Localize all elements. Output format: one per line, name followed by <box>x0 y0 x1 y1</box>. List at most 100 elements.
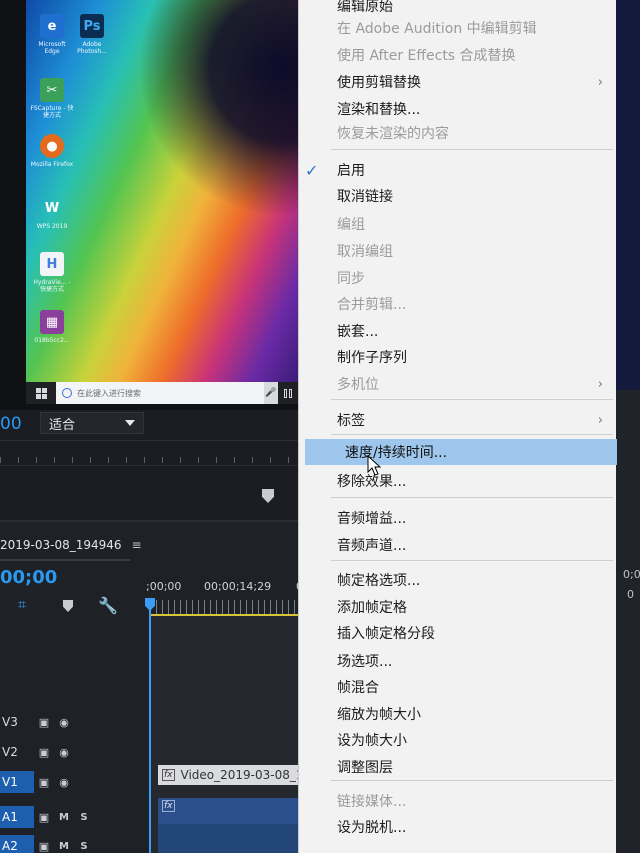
menu-separator <box>331 149 613 150</box>
sequence-tab[interactable]: 2019-03-08_194946 ≡ <box>0 538 142 552</box>
menu-item-frame-hold-options[interactable]: 帧定格选项... <box>299 567 617 593</box>
menu-item-synchronize[interactable]: 同步 <box>299 265 617 291</box>
solo-button[interactable]: S <box>74 812 94 823</box>
menu-item-remove-effects[interactable]: 移除效果... <box>299 468 617 494</box>
monitor-timecode: 00 <box>0 414 22 434</box>
menu-item-adjustment-layer[interactable]: 调整图层 <box>299 754 617 780</box>
fx-badge-icon: fx <box>162 800 175 812</box>
audio-clip[interactable]: fx <box>158 798 310 824</box>
submenu-arrow-icon: › <box>597 74 603 90</box>
audio-clip-waveform[interactable] <box>158 824 310 853</box>
menu-separator <box>331 399 613 400</box>
menu-item-link-media[interactable]: 链接媒体... <box>299 788 617 814</box>
hydravision-icon: H <box>40 252 64 276</box>
menu-item-ungroup[interactable]: 取消编组 <box>299 238 617 264</box>
timeline-ruler[interactable] <box>150 600 310 614</box>
timeline-timecode[interactable]: 00;00 <box>0 567 57 588</box>
video-clip-label: Video_2019-03-08_1 <box>180 768 304 782</box>
menu-item-audio-gain[interactable]: 音频增益... <box>299 505 617 531</box>
eye-icon[interactable]: ◉ <box>54 776 74 789</box>
menu-item-multi-camera[interactable]: 多机位 › <box>299 371 617 397</box>
menu-item-group[interactable]: 编组 <box>299 211 617 237</box>
sync-lock-icon[interactable]: ▣ <box>34 776 54 789</box>
fit-zoom-dropdown[interactable]: 适合 <box>40 412 144 434</box>
menu-item-unlink[interactable]: 取消链接 <box>299 183 617 209</box>
panel-menu-icon[interactable]: ≡ <box>132 538 142 552</box>
menu-item-replace-with-clip[interactable]: 使用剪辑替换 › <box>299 69 617 95</box>
menu-item-restore-unrendered[interactable]: 恢复未渲染的内容 <box>299 120 617 146</box>
desktop-icon-hydravision: H HydraVie... - 快捷方式 <box>30 252 74 293</box>
menu-item-add-frame-hold[interactable]: 添加帧定格 <box>299 594 617 620</box>
ruler-label-mid: 00;00;14;29 <box>204 580 272 593</box>
track-label[interactable]: V3 <box>0 711 34 733</box>
menu-item-edit-in-audition[interactable]: 在 Adobe Audition 中编辑剪辑 <box>299 15 617 41</box>
photoshop-icon: Ps <box>80 14 104 38</box>
sync-lock-icon[interactable]: ▣ <box>34 840 54 853</box>
menu-item-nest[interactable]: 嵌套... <box>299 318 617 344</box>
monitor-time-ruler[interactable] <box>0 440 300 466</box>
windows-taskbar: 在此键入进行搜索 🎤 <box>26 382 298 404</box>
microphone-icon: 🎤 <box>265 388 277 398</box>
menu-item-enable[interactable]: ✓ 启用 <box>299 157 617 183</box>
wps-icon: W <box>44 200 60 216</box>
archive-icon: ▦ <box>40 310 64 334</box>
menu-item-render-and-replace[interactable]: 渲染和替换... <box>299 96 617 122</box>
mute-button[interactable]: M <box>54 841 74 852</box>
track-label[interactable]: A2 <box>0 835 34 853</box>
windows-start-button <box>26 382 56 404</box>
right-panel-strip: 0;0 0 <box>615 0 640 853</box>
right-ruler-fragment: 0 <box>627 588 634 601</box>
task-view-icon <box>278 382 298 404</box>
menu-item-speed-duration[interactable]: 速度/持续时间... <box>305 439 617 465</box>
menu-item-set-to-frame-size[interactable]: 设为帧大小 <box>299 727 617 753</box>
mouse-cursor-icon <box>367 455 381 476</box>
sync-lock-icon[interactable]: ▣ <box>34 811 54 824</box>
submenu-arrow-icon: › <box>597 376 603 392</box>
menu-item-field-options[interactable]: 场选项... <box>299 648 617 674</box>
checkmark-icon: ✓ <box>305 160 319 180</box>
add-marker-icon[interactable] <box>262 489 274 503</box>
menu-separator <box>331 780 613 781</box>
track-label[interactable]: A1 <box>0 806 34 828</box>
track-header-v3: V3 ▣ ◉ <box>0 708 150 736</box>
ruler-label-start: ;00;00 <box>146 580 182 593</box>
menu-item-replace-after-effects[interactable]: 使用 After Effects 合成替换 <box>299 42 617 68</box>
track-label[interactable]: V1 <box>0 771 34 793</box>
menu-item-frame-blend[interactable]: 帧混合 <box>299 674 617 700</box>
menu-item-scale-to-frame-size[interactable]: 缩放为帧大小 <box>299 701 617 727</box>
right-timecode-fragment: 0;0 <box>623 568 640 581</box>
taskbar-search: 在此键入进行搜索 <box>56 382 264 404</box>
menu-item-make-offline[interactable]: 设为脱机... <box>299 814 617 840</box>
snap-icon[interactable]: ⌗ <box>18 597 26 613</box>
wrench-icon[interactable]: 🔧 <box>98 596 118 615</box>
desktop-icon-edge: e Microsoft Edge <box>30 14 74 55</box>
fscapture-icon: ✂ <box>40 78 64 102</box>
desktop-icon-photoshop: Ps Adobe Photosh... <box>70 14 114 55</box>
solo-button[interactable]: S <box>74 841 94 852</box>
sync-lock-icon[interactable]: ▣ <box>34 716 54 729</box>
sequence-tab-underline <box>0 559 130 561</box>
menu-separator <box>331 434 613 435</box>
menu-item-make-subsequence[interactable]: 制作子序列 <box>299 344 617 370</box>
sync-lock-icon[interactable]: ▣ <box>34 746 54 759</box>
right-panel-preview <box>615 0 640 390</box>
mute-button[interactable]: M <box>54 812 74 823</box>
track-header-a1: A1 ▣ M S <box>0 803 150 831</box>
desktop-preview: e Microsoft Edge Ps Adobe Photosh... ✂ F… <box>26 0 316 382</box>
eye-icon[interactable]: ◉ <box>54 716 74 729</box>
menu-item-merge-clips[interactable]: 合并剪辑... <box>299 291 617 317</box>
track-label[interactable]: V2 <box>0 741 34 763</box>
menu-item-label[interactable]: 标签 › <box>299 407 617 433</box>
cortana-icon <box>62 388 72 398</box>
menu-item-audio-channels[interactable]: 音频声道... <box>299 532 617 558</box>
eye-icon[interactable]: ◉ <box>54 746 74 759</box>
desktop-icon-wps: W WPS 2019 <box>30 196 74 231</box>
chevron-down-icon <box>125 420 135 426</box>
windows-logo-icon <box>35 387 47 399</box>
desktop-icon-fscapture: ✂ FSCapture - 快捷方式 <box>30 78 74 119</box>
firefox-icon: ● <box>40 134 64 158</box>
menu-item-insert-frame-hold-segment[interactable]: 插入帧定格分段 <box>299 620 617 646</box>
program-monitor: e Microsoft Edge Ps Adobe Photosh... ✂ F… <box>0 0 320 410</box>
video-clip[interactable]: fx Video_2019-03-08_1 <box>158 765 310 785</box>
track-header-a2: A2 ▣ M S <box>0 832 150 853</box>
